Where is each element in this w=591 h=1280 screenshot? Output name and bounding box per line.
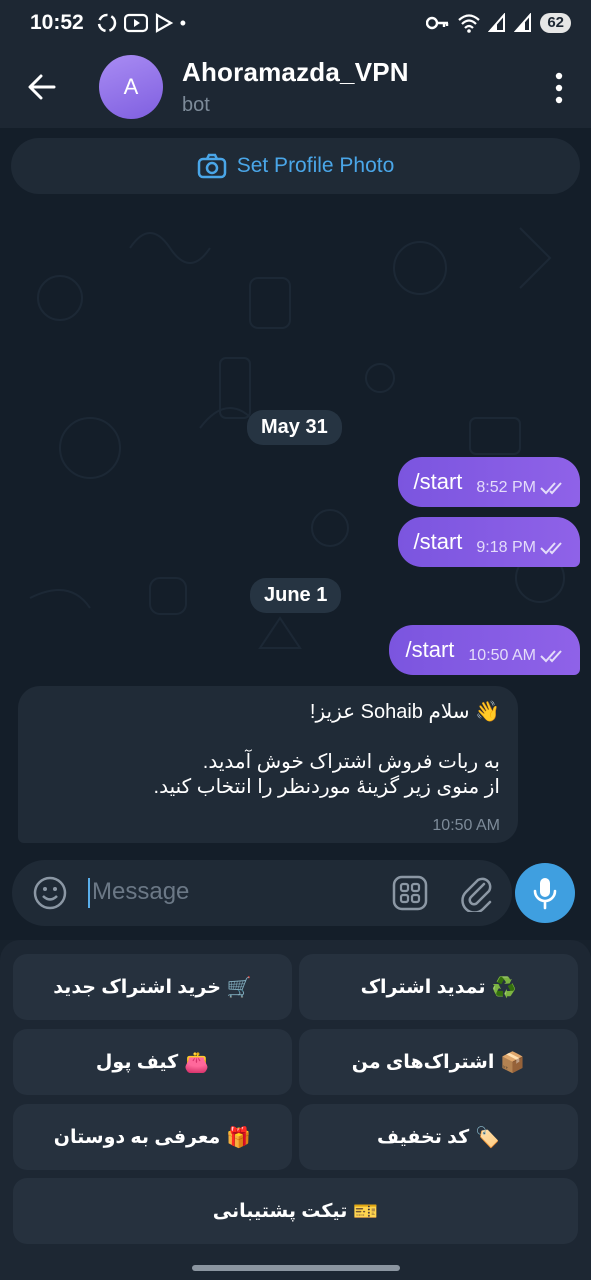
wifi-icon bbox=[458, 14, 481, 33]
message-meta: 8:52 PM bbox=[476, 479, 566, 497]
bot-keyboard-icon[interactable] bbox=[392, 875, 428, 911]
my-subscriptions-button[interactable]: 📦 اشتراک‌های من bbox=[299, 1029, 578, 1095]
package-icon: 📦 bbox=[500, 1051, 526, 1074]
message-meta: 9:18 PM bbox=[476, 539, 566, 557]
message-time: 9:18 PM bbox=[476, 539, 536, 556]
button-label: کیف پول bbox=[95, 1051, 179, 1073]
refer-friends-button[interactable]: 🎁 معرفی به دوستان bbox=[13, 1104, 292, 1170]
greeting-text: سلام Sohaib عزیز! bbox=[309, 701, 470, 723]
button-label: کد تخفیف bbox=[376, 1126, 470, 1148]
message-input[interactable]: Message bbox=[12, 860, 512, 926]
button-label: تمدید اشتراک bbox=[360, 976, 486, 998]
renew-subscription-button[interactable]: ♻️ تمدید اشتراک bbox=[299, 954, 578, 1020]
outgoing-message[interactable]: /start 8:52 PM bbox=[397, 457, 580, 507]
youtube-icon bbox=[123, 13, 148, 33]
purse-icon: 👛 bbox=[184, 1051, 210, 1074]
incoming-message[interactable]: 👋 سلام Sohaib عزیز! به ربات فروش اشتراک … bbox=[18, 686, 518, 843]
composer: Message bbox=[0, 858, 591, 940]
message-line: به ربات فروش اشتراک خوش آمدید. bbox=[202, 751, 500, 773]
sync-icon bbox=[97, 13, 116, 33]
button-label: خرید اشتراک جدید bbox=[53, 976, 221, 998]
message-time: 10:50 AM bbox=[432, 817, 500, 834]
message-line: 👋 سلام Sohaib عزیز! bbox=[36, 700, 500, 725]
play-store-icon bbox=[155, 13, 173, 33]
microphone-icon bbox=[533, 878, 557, 910]
status-time: 10:52 bbox=[30, 11, 84, 34]
signal-icon-2 bbox=[514, 13, 532, 32]
outgoing-message[interactable]: /start 10:50 AM bbox=[389, 625, 580, 675]
signal-icon bbox=[488, 13, 506, 32]
chat-title-block[interactable]: Ahoramazda_VPN bot bbox=[182, 57, 409, 117]
chat-subtitle: bot bbox=[182, 94, 210, 116]
back-button[interactable] bbox=[0, 46, 84, 128]
message-line: از منوی زیر گزینهٔ موردنظر را انتخاب کنی… bbox=[153, 776, 500, 798]
chat-area[interactable]: Set Profile Photo May 31 /start 8:52 PM … bbox=[0, 128, 591, 858]
outgoing-message[interactable]: /start 9:18 PM bbox=[397, 517, 580, 567]
double-check-icon bbox=[540, 482, 562, 495]
gift-icon: 🎁 bbox=[226, 1126, 252, 1149]
battery-indicator: 62 bbox=[540, 13, 571, 33]
arrow-left-icon bbox=[28, 74, 56, 100]
double-check-icon bbox=[540, 650, 562, 663]
tag-icon: 🏷️ bbox=[475, 1126, 501, 1149]
home-indicator[interactable] bbox=[192, 1265, 400, 1271]
set-profile-photo-label: Set Profile Photo bbox=[236, 154, 395, 177]
message-placeholder: Message bbox=[92, 878, 190, 905]
key-icon bbox=[426, 16, 449, 30]
bot-reply-keyboard: ♻️ تمدید اشتراک 🛒 خرید اشتراک جدید 📦 اشت… bbox=[0, 940, 591, 1280]
more-options-icon[interactable] bbox=[549, 70, 569, 106]
ticket-icon: 🎫 bbox=[353, 1200, 379, 1223]
set-profile-photo-button[interactable]: Set Profile Photo bbox=[11, 138, 580, 194]
message-text: /start bbox=[413, 469, 463, 494]
attach-icon[interactable] bbox=[460, 874, 494, 912]
chat-header: A Ahoramazda_VPN bot bbox=[0, 46, 591, 128]
wave-emoji: 👋 bbox=[475, 701, 500, 723]
discount-code-button[interactable]: 🏷️ کد تخفیف bbox=[299, 1104, 578, 1170]
voice-record-button[interactable] bbox=[515, 863, 575, 923]
buy-subscription-button[interactable]: 🛒 خرید اشتراک جدید bbox=[13, 954, 292, 1020]
dot-icon: • bbox=[179, 12, 187, 33]
camera-icon bbox=[197, 153, 226, 179]
message-time: 8:52 PM bbox=[476, 479, 536, 496]
double-check-icon bbox=[540, 542, 562, 555]
wallet-button[interactable]: 👛 کیف پول bbox=[13, 1029, 292, 1095]
button-label: تیکت پشتیبانی bbox=[212, 1200, 348, 1222]
date-separator: May 31 bbox=[247, 410, 342, 445]
cart-icon: 🛒 bbox=[226, 976, 252, 999]
message-text: /start bbox=[405, 637, 455, 662]
button-label: معرفی به دوستان bbox=[53, 1126, 221, 1148]
message-text: /start bbox=[413, 529, 463, 554]
notification-icons: • bbox=[96, 12, 186, 34]
support-ticket-button[interactable]: 🎫 تیکت پشتیبانی bbox=[13, 1178, 578, 1244]
message-meta: 10:50 AM bbox=[468, 647, 566, 665]
avatar[interactable]: A bbox=[99, 55, 163, 119]
recycle-icon: ♻️ bbox=[491, 976, 517, 999]
date-separator: June 1 bbox=[250, 578, 342, 613]
chat-title: Ahoramazda_VPN bbox=[182, 57, 409, 87]
button-label: اشتراک‌های من bbox=[351, 1051, 495, 1073]
status-bar: 10:52 • 62 bbox=[0, 0, 591, 46]
message-time: 10:50 AM bbox=[468, 647, 536, 664]
emoji-icon[interactable] bbox=[32, 875, 68, 911]
text-caret bbox=[88, 878, 90, 908]
